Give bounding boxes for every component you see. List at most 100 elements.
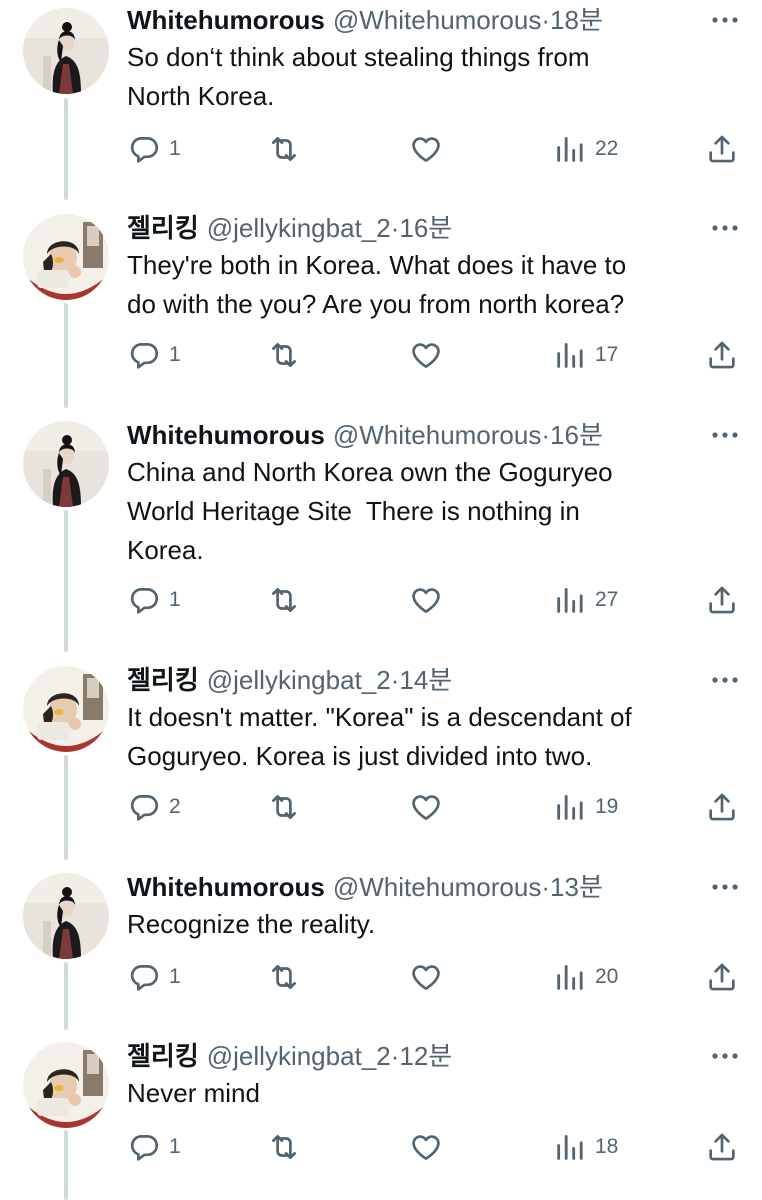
tweet-text: It doesn't matter. "Korea" is a descenda… bbox=[127, 702, 632, 771]
tweet-header: 젤리킹 @jellykingbat_2·14분 bbox=[127, 660, 742, 700]
heart-icon bbox=[412, 588, 440, 613]
reply-button[interactable]: 1 bbox=[127, 132, 181, 166]
avatar[interactable] bbox=[23, 214, 109, 300]
author-handle[interactable]: @jellykingbat_2 bbox=[207, 665, 391, 695]
retweet-button[interactable] bbox=[267, 1130, 301, 1164]
more-dots-icon bbox=[712, 884, 738, 890]
author-name[interactable]: Whitehumorous bbox=[127, 5, 325, 35]
tweet-time[interactable]: 18분 bbox=[550, 5, 603, 35]
more-options-button[interactable] bbox=[708, 1036, 742, 1076]
heart-icon bbox=[412, 343, 440, 368]
heart-icon bbox=[412, 137, 440, 162]
views-chart-icon bbox=[557, 342, 583, 368]
avatar[interactable] bbox=[23, 666, 109, 752]
retweet-button[interactable] bbox=[267, 583, 301, 617]
like-button[interactable] bbox=[409, 960, 443, 994]
author-name[interactable]: 젤리킹 bbox=[127, 213, 199, 243]
author-handle[interactable]: @jellykingbat_2 bbox=[207, 213, 391, 243]
view-count: 19 bbox=[595, 795, 619, 818]
avatar[interactable] bbox=[23, 873, 109, 959]
author-handle[interactable]: @jellykingbat_2 bbox=[207, 1041, 391, 1071]
share-button[interactable] bbox=[705, 338, 739, 372]
views-button[interactable]: 20 bbox=[553, 960, 618, 994]
avatar[interactable] bbox=[23, 1042, 109, 1128]
retweet-icon bbox=[272, 1135, 296, 1159]
retweet-icon bbox=[272, 343, 296, 367]
retweet-icon bbox=[272, 795, 296, 819]
views-button[interactable]: 19 bbox=[553, 790, 618, 824]
views-chart-icon bbox=[557, 794, 583, 820]
retweet-button[interactable] bbox=[267, 132, 301, 166]
like-button[interactable] bbox=[409, 1130, 443, 1164]
more-options-button[interactable] bbox=[708, 415, 742, 455]
thread-connector-line bbox=[64, 510, 68, 652]
views-chart-icon bbox=[557, 1134, 583, 1160]
reply-button[interactable]: 1 bbox=[127, 583, 181, 617]
tweet-content: 젤리킹 @jellykingbat_2·12분 Never mind 1 18 bbox=[127, 1036, 742, 1161]
retweet-button[interactable] bbox=[267, 960, 301, 994]
reply-icon bbox=[130, 588, 159, 614]
tweet-header: 젤리킹 @jellykingbat_2·12분 bbox=[127, 1036, 742, 1076]
author-handle[interactable]: @Whitehumorous bbox=[333, 5, 541, 35]
share-button[interactable] bbox=[705, 960, 739, 994]
avatar[interactable] bbox=[23, 8, 109, 94]
reply-icon bbox=[130, 965, 159, 991]
more-dots-icon bbox=[712, 432, 738, 438]
share-icon bbox=[709, 793, 735, 821]
tweet-content: Whitehumorous @Whitehumorous·16분 China an… bbox=[127, 415, 742, 614]
views-button[interactable]: 17 bbox=[553, 338, 618, 372]
tweet-content: 젤리킹 @jellykingbat_2·16분 They're both in K… bbox=[127, 208, 742, 369]
reply-button[interactable]: 1 bbox=[127, 338, 181, 372]
share-icon bbox=[709, 586, 735, 614]
thread-connector-line bbox=[64, 98, 68, 200]
author-name[interactable]: 젤리킹 bbox=[127, 1041, 199, 1071]
share-button[interactable] bbox=[705, 583, 739, 617]
tweet-time[interactable]: 13분 bbox=[550, 872, 603, 902]
author-name[interactable]: Whitehumorous bbox=[127, 872, 325, 902]
tweet-time[interactable]: 14분 bbox=[399, 665, 452, 695]
tweet-header: Whitehumorous @Whitehumorous·18분 bbox=[127, 0, 742, 40]
like-button[interactable] bbox=[409, 132, 443, 166]
reply-icon bbox=[130, 137, 159, 163]
views-button[interactable]: 27 bbox=[553, 583, 618, 617]
reply-button[interactable]: 1 bbox=[127, 960, 181, 994]
share-button[interactable] bbox=[705, 790, 739, 824]
like-button[interactable] bbox=[409, 583, 443, 617]
tweet-actions: 1 22 bbox=[127, 132, 742, 166]
separator-dot: · bbox=[541, 5, 551, 35]
retweet-button[interactable] bbox=[267, 790, 301, 824]
views-button[interactable]: 18 bbox=[553, 1130, 618, 1164]
like-button[interactable] bbox=[409, 790, 443, 824]
reply-button[interactable]: 1 bbox=[127, 1130, 181, 1164]
retweet-button[interactable] bbox=[267, 338, 301, 372]
more-options-button[interactable] bbox=[708, 208, 742, 248]
tweet-actions: 1 27 bbox=[127, 583, 742, 617]
avatar-image bbox=[23, 214, 109, 300]
like-button[interactable] bbox=[409, 338, 443, 372]
reply-count: 1 bbox=[169, 588, 181, 611]
author-name[interactable]: 젤리킹 bbox=[127, 665, 199, 695]
tweet-time[interactable]: 16분 bbox=[550, 420, 603, 450]
author-name[interactable]: Whitehumorous bbox=[127, 420, 325, 450]
tweet-text: They're both in Korea. What does it have… bbox=[127, 250, 627, 319]
avatar-image bbox=[23, 421, 109, 507]
tweet-text: China and North Korea own the Goguryeo W… bbox=[127, 457, 613, 565]
reply-button[interactable]: 2 bbox=[127, 790, 181, 824]
more-options-button[interactable] bbox=[708, 660, 742, 700]
share-button[interactable] bbox=[705, 132, 739, 166]
thread-connector-line bbox=[64, 303, 68, 408]
retweet-icon bbox=[272, 588, 296, 612]
author-handle[interactable]: @Whitehumorous bbox=[333, 420, 541, 450]
tweet-actions: 2 19 bbox=[127, 790, 742, 824]
views-chart-icon bbox=[557, 964, 583, 990]
author-handle[interactable]: @Whitehumorous bbox=[333, 872, 541, 902]
tweet-time[interactable]: 16분 bbox=[399, 213, 452, 243]
views-button[interactable]: 22 bbox=[553, 132, 618, 166]
reply-count: 1 bbox=[169, 343, 181, 366]
tweet-time[interactable]: 12분 bbox=[399, 1041, 452, 1071]
avatar[interactable] bbox=[23, 421, 109, 507]
more-options-button[interactable] bbox=[708, 0, 742, 40]
more-options-button[interactable] bbox=[708, 867, 742, 907]
reply-count: 1 bbox=[169, 1135, 181, 1158]
share-button[interactable] bbox=[705, 1130, 739, 1164]
